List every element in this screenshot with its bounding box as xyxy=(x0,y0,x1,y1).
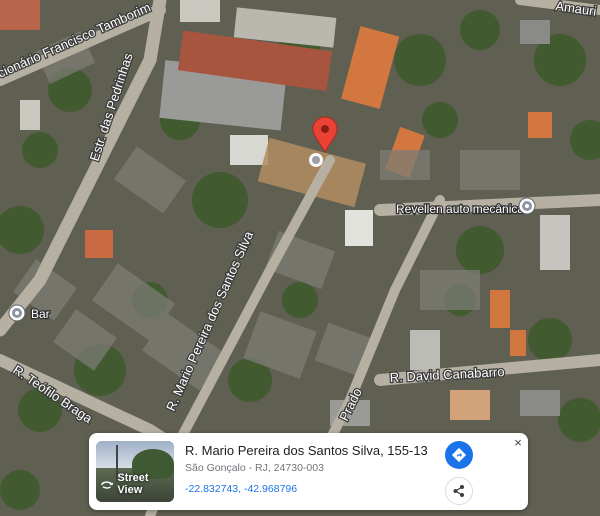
close-button[interactable]: × xyxy=(512,436,524,449)
place-info-card[interactable]: Street View R. Mario Pereira dos Santos … xyxy=(89,433,528,510)
poi-label-bar: Bar xyxy=(31,307,50,321)
location-dot-icon xyxy=(309,153,323,167)
street-view-button[interactable]: Street View xyxy=(100,472,174,496)
share-button[interactable] xyxy=(445,477,473,505)
street-view-label: Street View xyxy=(117,472,149,496)
street-view-rotate-icon xyxy=(101,481,114,489)
place-title: R. Mario Pereira dos Santos Silva, 155-1… xyxy=(185,443,429,458)
place-coordinates[interactable]: -22.832743, -42.968796 xyxy=(185,483,297,495)
place-address: São Gonçalo - RJ, 24730-003 xyxy=(185,462,324,474)
place-icon xyxy=(518,197,536,215)
share-icon xyxy=(453,485,464,497)
directions-button[interactable] xyxy=(445,441,473,469)
poi-label-revellen: Revellen auto mecânica xyxy=(396,202,524,216)
place-icon xyxy=(8,304,26,322)
street-view-thumbnail[interactable]: Street View xyxy=(96,441,174,502)
directions-icon xyxy=(451,447,467,463)
